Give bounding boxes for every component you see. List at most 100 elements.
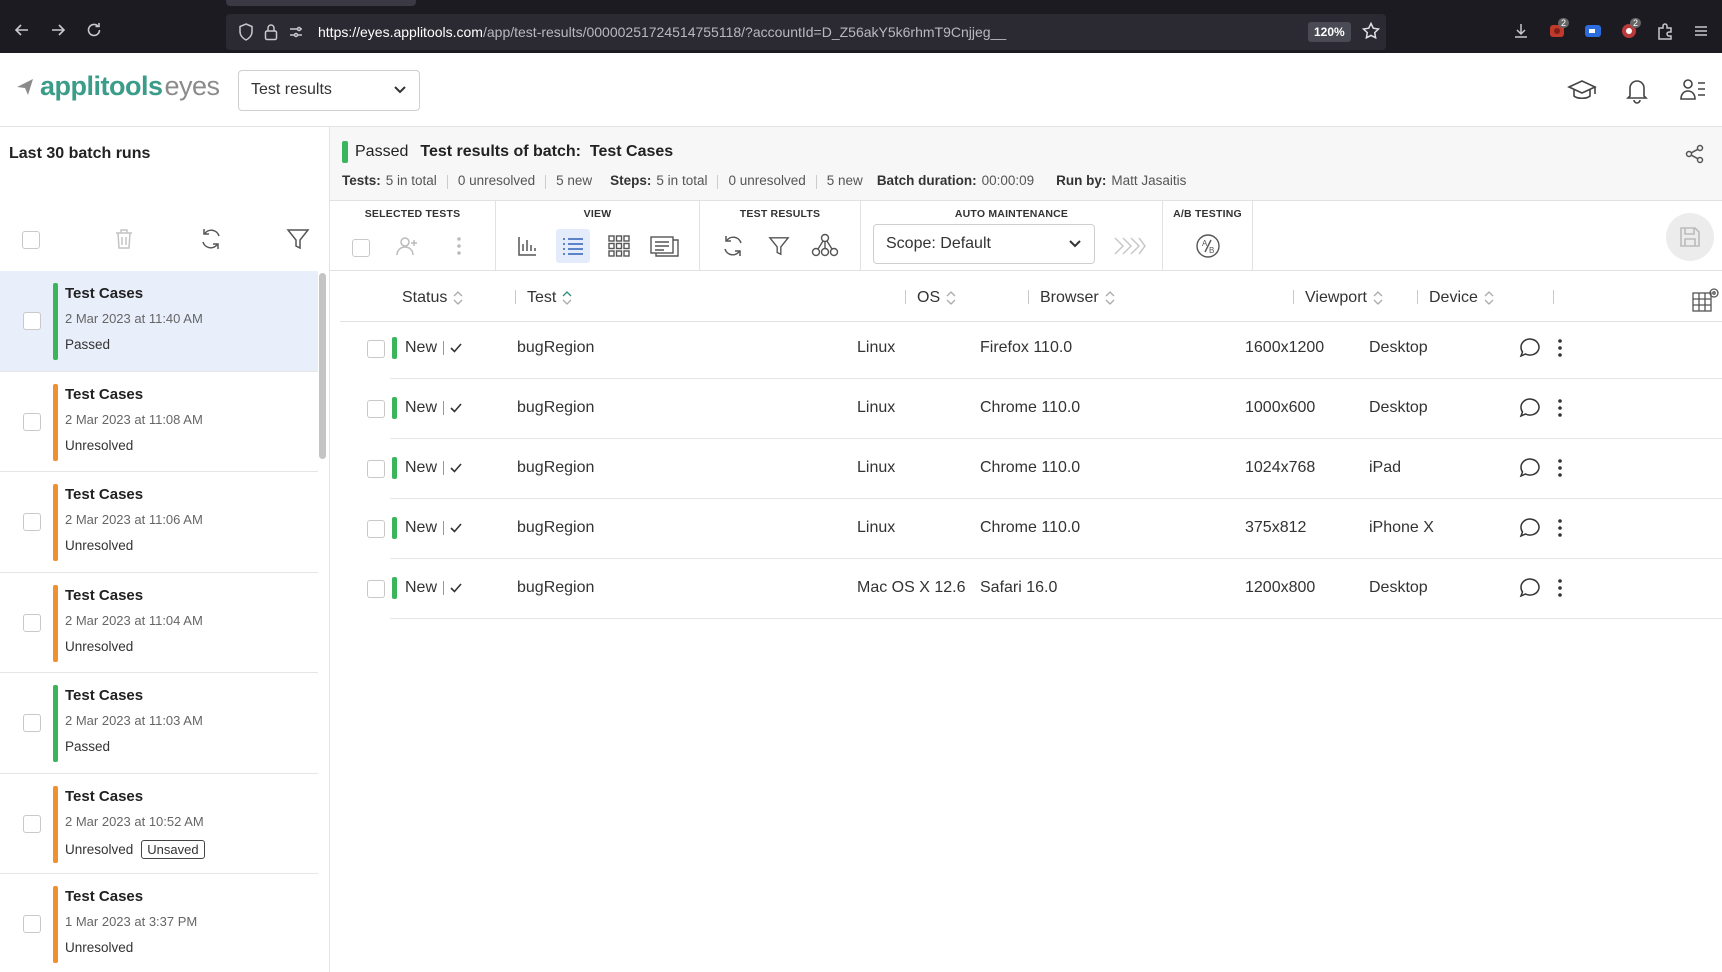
row-more-icon[interactable] — [1557, 458, 1563, 478]
comment-icon[interactable] — [1518, 336, 1542, 360]
active-tab-indicator — [226, 0, 416, 6]
svg-text:B: B — [1209, 246, 1214, 255]
row-checkbox[interactable] — [367, 400, 385, 418]
select-tests-checkbox[interactable] — [352, 239, 370, 257]
table-row[interactable]: New bugRegion Linux Chrome 110.0 375x812 iPho… — [367, 499, 1722, 559]
row-checkbox[interactable] — [367, 520, 385, 538]
details-view-icon[interactable] — [648, 229, 682, 263]
test-results-panel: Passed Test results of batch: Test Cases… — [330, 127, 1722, 972]
row-status: New — [392, 457, 462, 479]
table-row[interactable]: New bugRegion Linux Chrome 110.0 1000x600 Des… — [367, 379, 1722, 439]
reload-icon[interactable] — [84, 20, 108, 44]
batch-run-checkbox[interactable] — [23, 613, 41, 632]
batch-run-item[interactable]: Test Cases 1 Mar 2023 at 3:37 PM Unresolve… — [0, 874, 318, 972]
list-view-icon[interactable] — [556, 229, 590, 263]
select-all-checkbox[interactable] — [22, 231, 40, 249]
table-row[interactable]: New bugRegion Linux Firefox 110.0 1600x1200 D… — [367, 319, 1722, 379]
comment-icon[interactable] — [1518, 516, 1542, 540]
url-text[interactable]: https://eyes.applitools.com/app/test-res… — [318, 24, 1006, 40]
batch-run-item[interactable]: Test Cases 2 Mar 2023 at 11:04 AM Unresolv… — [0, 573, 318, 673]
filter-icon[interactable] — [286, 227, 310, 251]
batch-run-item[interactable]: Test Cases 2 Mar 2023 at 11:08 AM Unresolv… — [0, 372, 318, 472]
row-more-icon[interactable] — [1557, 578, 1563, 598]
row-test-name[interactable]: bugRegion — [517, 579, 594, 597]
batch-run-item[interactable]: Test Cases 2 Mar 2023 at 11:03 AM Passed — [0, 673, 318, 774]
batch-run-checkbox[interactable] — [23, 714, 41, 732]
comment-icon[interactable] — [1518, 576, 1542, 600]
more-vertical-icon[interactable] — [442, 229, 476, 263]
forward-arrow-icon[interactable] — [48, 20, 72, 44]
apply-maintenance-arrows-icon[interactable] — [1113, 229, 1147, 263]
batch-run-date: 2 Mar 2023 at 11:08 AM — [65, 411, 203, 427]
row-more-icon[interactable] — [1557, 518, 1563, 538]
sidebar-scrollbar[interactable] — [319, 273, 326, 459]
row-more-icon[interactable] — [1557, 398, 1563, 418]
column-viewport[interactable]: Viewport — [1305, 289, 1383, 307]
app-header: applitools eyes Test results — [0, 53, 1722, 127]
back-arrow-icon[interactable] — [12, 20, 36, 44]
comment-icon[interactable] — [1518, 456, 1542, 480]
address-bar[interactable]: https://eyes.applitools.com/app/test-res… — [226, 14, 1386, 50]
column-device[interactable]: Device — [1429, 289, 1494, 307]
applitools-logo[interactable]: applitools eyes — [14, 71, 220, 102]
table-row[interactable]: New bugRegion Linux Chrome 110.0 1024x768 iPa… — [367, 439, 1722, 499]
row-checkbox[interactable] — [367, 340, 385, 358]
notifications-bell-icon[interactable] — [1622, 75, 1652, 105]
ab-testing-icon[interactable]: AB — [1191, 229, 1225, 263]
comment-icon[interactable] — [1518, 396, 1542, 420]
batch-run-item[interactable]: Test Cases 2 Mar 2023 at 10:52 AM Unresolv… — [0, 774, 318, 874]
batch-run-checkbox[interactable] — [23, 312, 41, 330]
batch-run-checkbox[interactable] — [23, 412, 41, 431]
extensions-puzzle-icon[interactable] — [1656, 22, 1676, 42]
grid-view-icon[interactable] — [602, 229, 636, 263]
share-icon[interactable] — [1684, 143, 1706, 165]
download-icon[interactable] — [1512, 22, 1532, 42]
batch-run-status: Unresolved — [65, 538, 134, 553]
column-status[interactable]: Status — [402, 289, 463, 307]
batch-run-status: Unresolved — [65, 940, 134, 955]
scope-dropdown[interactable]: Scope: Default — [873, 224, 1095, 264]
row-checkbox[interactable] — [367, 580, 385, 598]
batch-run-status-bar — [53, 685, 58, 762]
site-permissions-icon[interactable] — [288, 24, 304, 40]
graduation-cap-icon[interactable] — [1567, 75, 1597, 105]
column-settings-icon[interactable] — [1692, 287, 1720, 313]
row-test-name[interactable]: bugRegion — [517, 459, 594, 477]
batch-run-checkbox[interactable] — [23, 513, 41, 531]
page-selector-dropdown[interactable]: Test results — [238, 70, 420, 111]
filter-results-icon[interactable] — [762, 229, 796, 263]
batch-run-checkbox[interactable] — [23, 915, 41, 933]
row-test-name[interactable]: bugRegion — [517, 339, 594, 357]
browser-menu-icon[interactable] — [1692, 22, 1712, 42]
batch-status-indicator — [342, 141, 348, 163]
column-browser-label: Browser — [1040, 289, 1099, 306]
row-test-name[interactable]: bugRegion — [517, 519, 594, 537]
scope-value: Scope: Default — [886, 235, 991, 252]
lock-icon[interactable] — [264, 23, 278, 41]
save-icon[interactable] — [1666, 213, 1714, 261]
column-test[interactable]: Test — [527, 289, 572, 307]
row-checkbox[interactable] — [367, 460, 385, 478]
assign-user-icon[interactable] — [390, 229, 424, 263]
batch-run-checkbox[interactable] — [23, 814, 41, 833]
row-test-name[interactable]: bugRegion — [517, 399, 594, 417]
row-more-icon[interactable] — [1557, 338, 1563, 358]
batch-run-item[interactable]: Test Cases 2 Mar 2023 at 11:06 AM Unresolv… — [0, 472, 318, 573]
bookmark-star-icon[interactable] — [1362, 22, 1380, 40]
sync-results-icon[interactable] — [716, 229, 750, 263]
group-results-icon[interactable] — [808, 229, 842, 263]
refresh-icon[interactable] — [199, 227, 223, 251]
trash-icon[interactable] — [113, 227, 135, 251]
batch-run-item[interactable]: Test Cases 2 Mar 2023 at 11:40 AM Passed — [0, 271, 318, 372]
batch-run-name: Test Cases — [65, 687, 144, 704]
column-os[interactable]: OS — [917, 289, 956, 307]
row-viewport: 1024x768 — [1245, 459, 1316, 476]
shield-icon[interactable] — [238, 23, 254, 41]
user-account-icon[interactable] — [1678, 75, 1708, 105]
column-browser[interactable]: Browser — [1040, 289, 1115, 307]
zoom-level[interactable]: 120% — [1308, 22, 1351, 42]
bar-chart-view-icon[interactable] — [510, 229, 544, 263]
table-row[interactable]: New bugRegion Mac OS X 12.6 Safari 16.0 1200… — [367, 559, 1722, 619]
batch-runs-sidebar: Last 30 batch runs Test Cases 2 Mar 2023 … — [0, 127, 330, 972]
extension-zoom-icon[interactable] — [1584, 22, 1604, 42]
